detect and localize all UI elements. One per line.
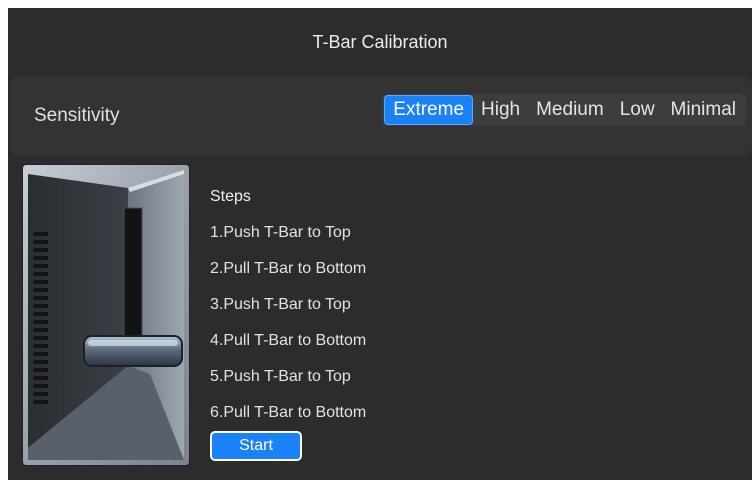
step-1: 1.Push T-Bar to Top xyxy=(210,224,351,241)
window-title: T-Bar Calibration xyxy=(312,31,448,52)
start-button[interactable]: Start xyxy=(210,431,302,461)
step-2: 2.Pull T-Bar to Bottom xyxy=(210,260,367,277)
step-5: 5.Push T-Bar to Top xyxy=(210,368,351,385)
sensitivity-option-minimal[interactable]: Minimal xyxy=(663,95,744,125)
t-bar-device-icon xyxy=(22,164,190,466)
step-6: 6.Pull T-Bar to Bottom xyxy=(210,404,367,421)
sensitivity-option-low[interactable]: Low xyxy=(612,95,663,125)
steps-title: Steps xyxy=(210,188,251,205)
step-4: 4.Pull T-Bar to Bottom xyxy=(210,332,367,349)
calibration-content: Steps 1.Push T-Bar to Top 2.Pull T-Bar t… xyxy=(8,156,752,480)
sensitivity-option-high[interactable]: High xyxy=(473,95,528,125)
calibration-window: T-Bar Calibration Sensitivity Extreme Hi… xyxy=(8,8,752,480)
sensitivity-option-extreme[interactable]: Extreme xyxy=(384,95,474,125)
sensitivity-segmented-control: Extreme High Medium Low Minimal xyxy=(382,94,746,126)
sensitivity-option-medium[interactable]: Medium xyxy=(528,95,612,125)
step-3: 3.Push T-Bar to Top xyxy=(210,296,351,313)
sensitivity-label: Sensitivity xyxy=(34,105,120,126)
sensitivity-panel: Sensitivity Extreme High Medium Low Mini… xyxy=(10,76,752,156)
